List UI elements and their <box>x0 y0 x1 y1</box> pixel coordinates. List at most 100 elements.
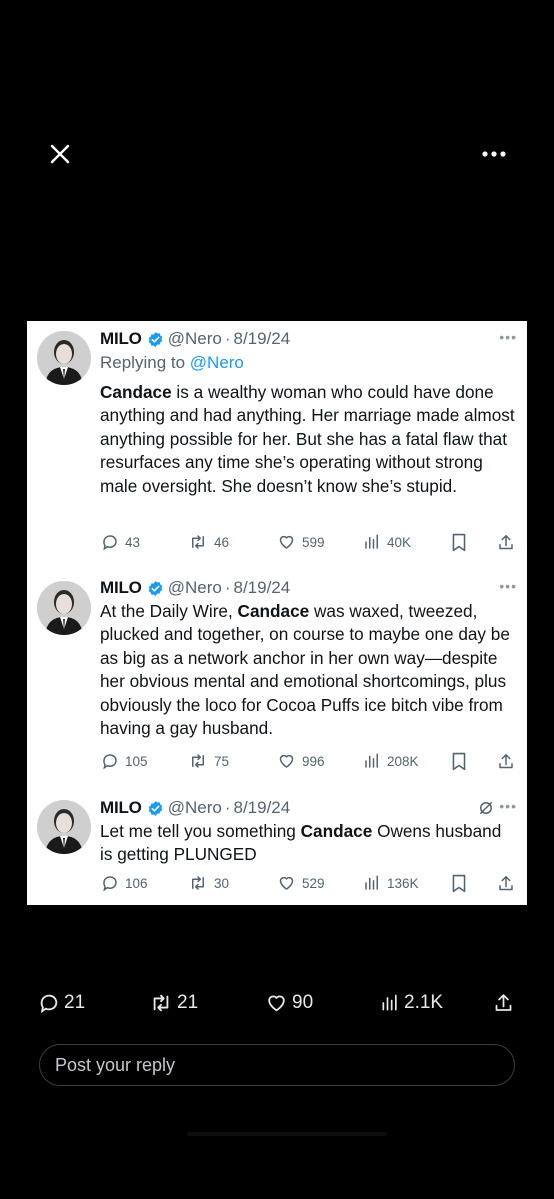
author-name[interactable]: MILO <box>100 798 142 818</box>
separator-dot: · <box>224 578 231 597</box>
analytics-icon <box>365 753 378 768</box>
retweet-action[interactable]: 30 <box>188 874 229 892</box>
replying-to-label: Replying to <box>100 353 190 372</box>
retweet-icon <box>192 535 204 549</box>
like-action[interactable]: 529 <box>277 874 325 892</box>
reply-icon <box>103 535 117 551</box>
retweet-action[interactable]: 46 <box>188 533 229 551</box>
views-action[interactable]: 2.1K <box>380 992 443 1014</box>
retweet-count: 46 <box>214 534 230 550</box>
reply-icon <box>103 754 117 770</box>
analytics-icon <box>365 875 378 890</box>
share-icon <box>499 875 513 890</box>
tweet-screenshot-image[interactable]: MILO @Nero · 8/19/24 ••• Replying to @Ne… <box>27 321 527 905</box>
bookmark-button[interactable] <box>451 533 467 552</box>
replying-to-mention[interactable]: @Nero <box>190 353 244 372</box>
tweet-1: MILO @Nero · 8/19/24 ••• Replying to @Ne… <box>27 321 527 564</box>
share-icon <box>495 994 512 1011</box>
more-horizontal-icon[interactable]: ••• <box>499 578 517 594</box>
reply-action[interactable]: 106 <box>101 874 148 892</box>
avatar <box>37 800 91 854</box>
view-count: 208K <box>387 753 419 769</box>
tweet-date[interactable]: 8/19/24 <box>233 329 290 349</box>
reply-input[interactable]: Post your reply <box>39 1044 515 1086</box>
post-actions: 21 21 90 2.1K <box>0 990 554 1018</box>
retweet-count: 30 <box>214 875 230 891</box>
heart-icon <box>268 995 285 1012</box>
share-icon <box>499 753 513 768</box>
retweet-action[interactable]: 21 <box>149 992 198 1014</box>
share-button[interactable] <box>497 752 515 771</box>
bookmark-icon <box>452 752 466 770</box>
views-action[interactable]: 136K <box>363 874 419 892</box>
analytics-icon <box>382 994 397 1011</box>
author-handle[interactable]: @Nero <box>168 578 222 598</box>
reply-icon <box>103 876 117 892</box>
like-action[interactable]: 996 <box>277 752 325 770</box>
views-action[interactable]: 208K <box>363 752 419 770</box>
tweet-date[interactable]: 8/19/24 <box>233 578 290 598</box>
bookmark-icon <box>452 874 466 892</box>
reply-action[interactable]: 105 <box>101 752 148 770</box>
tweet-2: MILO @Nero · 8/19/24 ••• At the Daily Wi… <box>27 566 527 786</box>
home-indicator <box>27 1120 527 1148</box>
more-horizontal-icon <box>482 151 506 157</box>
replying-to: Replying to @Nero <box>100 351 517 375</box>
avatar <box>37 581 91 635</box>
more-horizontal-icon[interactable]: ••• <box>499 798 517 814</box>
reply-action[interactable]: 43 <box>101 533 140 551</box>
retweet-count: 21 <box>177 992 199 1013</box>
like-action[interactable]: 90 <box>265 992 313 1014</box>
verified-badge-icon <box>147 331 164 348</box>
like-count: 599 <box>302 534 325 550</box>
view-count: 40K <box>387 534 412 550</box>
retweet-count: 75 <box>214 753 230 769</box>
retweet-icon <box>192 754 204 768</box>
author-handle[interactable]: @Nero <box>168 329 222 349</box>
like-count: 90 <box>292 992 314 1013</box>
separator-dot: · <box>224 329 231 348</box>
tweet-3: MILO @Nero · 8/19/24 ••• Let me tell you… <box>27 788 527 905</box>
view-count: 136K <box>387 875 419 891</box>
share-button[interactable] <box>497 533 515 552</box>
author-handle[interactable]: @Nero <box>168 798 222 818</box>
author-name[interactable]: MILO <box>100 578 142 598</box>
close-button[interactable] <box>44 138 76 170</box>
share-button[interactable] <box>497 874 515 893</box>
heart-icon <box>279 754 294 768</box>
retweet-icon <box>153 994 169 1012</box>
views-action[interactable]: 40K <box>363 533 411 551</box>
reply-action[interactable]: 21 <box>38 992 85 1014</box>
view-count: 2.1K <box>404 992 444 1013</box>
share-button[interactable] <box>493 992 514 1014</box>
like-action[interactable]: 599 <box>277 533 325 551</box>
tweet-text: Candace is a wealthy woman who could hav… <box>100 382 515 496</box>
verified-badge-icon <box>147 580 164 597</box>
more-horizontal-icon[interactable]: ••• <box>499 329 517 345</box>
tweet-text: At the Daily Wire, Candace was waxed, tw… <box>100 601 510 739</box>
retweet-icon <box>192 876 204 890</box>
analytics-icon <box>365 534 378 549</box>
reply-placeholder: Post your reply <box>55 1054 176 1075</box>
like-count: 529 <box>302 875 325 891</box>
more-options-button[interactable] <box>476 140 512 168</box>
reply-count: 21 <box>64 992 86 1013</box>
bookmark-button[interactable] <box>451 874 467 893</box>
home-indicator-bar <box>187 1132 387 1136</box>
retweet-action[interactable]: 75 <box>188 752 229 770</box>
author-name[interactable]: MILO <box>100 329 142 349</box>
tweet-date[interactable]: 8/19/24 <box>233 798 290 818</box>
bookmark-icon <box>452 533 466 551</box>
reply-count: 105 <box>125 753 148 769</box>
grok-icon[interactable] <box>477 799 495 822</box>
separator-dot: · <box>224 798 231 817</box>
tweet-actions: 106 30 529 136K <box>100 872 517 894</box>
heart-icon <box>279 535 294 549</box>
like-count: 996 <box>302 753 325 769</box>
bookmark-button[interactable] <box>451 752 467 771</box>
tweet-text: Let me tell you something Candace Owens … <box>100 821 502 865</box>
tweet-actions: 105 75 996 208K <box>100 750 517 772</box>
avatar <box>37 331 91 385</box>
verified-badge-icon <box>147 800 164 817</box>
reply-count: 106 <box>125 875 148 891</box>
